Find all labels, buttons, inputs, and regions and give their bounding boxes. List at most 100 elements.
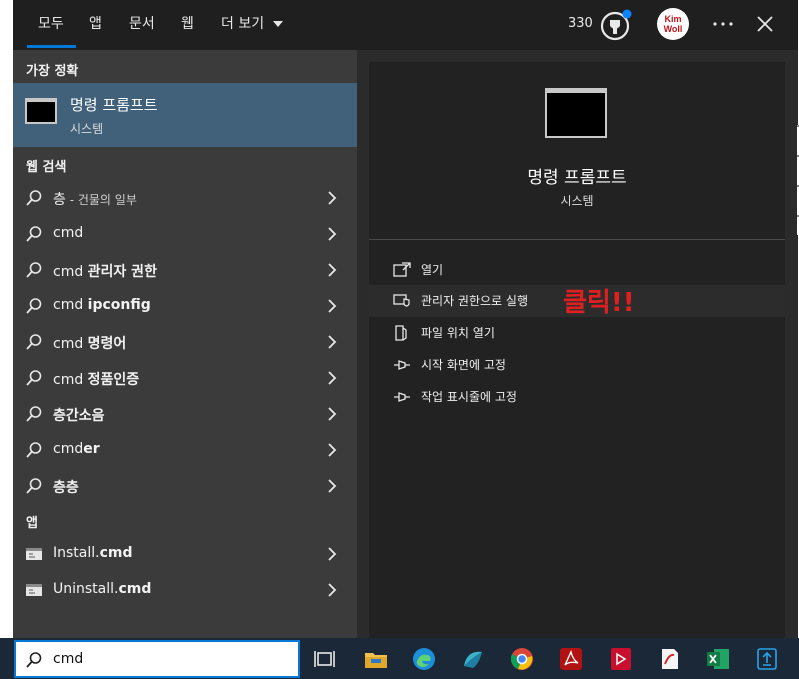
result-sub: - 건물의 일부 bbox=[65, 193, 137, 207]
tab-more[interactable]: 더 보기 bbox=[221, 14, 284, 36]
chevron-right-icon[interactable] bbox=[325, 226, 339, 242]
avatar[interactable]: Kim Woll bbox=[657, 8, 689, 40]
app-icon[interactable] bbox=[461, 646, 485, 672]
search-input[interactable]: cmd bbox=[14, 640, 300, 678]
result-bold: cmd bbox=[99, 545, 133, 561]
list-item[interactable]: cmd 명령어 bbox=[13, 324, 357, 360]
result-bold: 명령어 bbox=[87, 336, 127, 352]
list-item[interactable]: 층층 bbox=[13, 468, 357, 504]
result-main: cmd bbox=[53, 372, 88, 388]
avatar-text: Kim Woll bbox=[663, 14, 683, 34]
divider bbox=[369, 239, 785, 240]
list-item[interactable]: 층간소음 bbox=[13, 396, 357, 432]
chevron-right-icon[interactable] bbox=[325, 370, 339, 386]
best-match-title: 명령 프롬프트 bbox=[70, 96, 158, 114]
action-label: 시작 화면에 고정 bbox=[421, 358, 506, 372]
list-item[interactable]: 층 - 건물의 일부 bbox=[13, 180, 357, 216]
result-bold: 층간소음 bbox=[53, 408, 105, 424]
search-input-value: cmd bbox=[53, 651, 84, 667]
result-main: cmd bbox=[53, 441, 84, 457]
chevron-right-icon[interactable] bbox=[325, 442, 339, 458]
chrome-icon[interactable] bbox=[510, 646, 534, 672]
result-main: Install. bbox=[53, 545, 100, 561]
list-item[interactable]: cmder bbox=[13, 432, 357, 468]
chevron-right-icon[interactable] bbox=[325, 546, 339, 562]
search-icon bbox=[26, 406, 42, 422]
result-bold: er bbox=[83, 441, 100, 457]
document-viewer-icon[interactable] bbox=[658, 646, 682, 672]
search-icon bbox=[26, 298, 42, 314]
section-best-match: 가장 정확 bbox=[26, 64, 79, 79]
open-icon bbox=[393, 262, 411, 277]
pin-icon bbox=[394, 360, 410, 370]
script-file-icon bbox=[26, 548, 42, 560]
chevron-right-icon[interactable] bbox=[325, 334, 339, 350]
tab-more-label: 더 보기 bbox=[221, 16, 265, 32]
search-icon bbox=[26, 262, 42, 278]
action-label: 작업 표시줄에 고정 bbox=[421, 390, 517, 404]
tab-all[interactable]: 모두 bbox=[38, 14, 64, 36]
search-icon bbox=[26, 442, 42, 458]
action-label: 열기 bbox=[421, 263, 444, 277]
result-main: 층 bbox=[53, 192, 66, 208]
result-main: cmd bbox=[53, 336, 88, 352]
file-location-icon bbox=[395, 325, 407, 341]
detail-app-icon bbox=[545, 88, 607, 138]
best-match-item[interactable]: 명령 프롬프트 시스템 bbox=[13, 83, 357, 147]
section-web-search: 웹 검색 bbox=[26, 160, 67, 175]
tab-documents[interactable]: 문서 bbox=[129, 14, 155, 36]
list-item[interactable]: Uninstall.cmd bbox=[13, 572, 357, 608]
close-icon[interactable] bbox=[756, 15, 774, 33]
pdf-reader-icon[interactable] bbox=[609, 646, 633, 672]
file-explorer-icon[interactable] bbox=[364, 646, 388, 672]
chevron-right-icon[interactable] bbox=[325, 406, 339, 422]
more-options-icon[interactable] bbox=[712, 18, 734, 30]
app-icon[interactable] bbox=[755, 646, 779, 672]
list-item[interactable]: Install.cmd bbox=[13, 536, 357, 572]
chevron-right-icon[interactable] bbox=[325, 262, 339, 278]
list-item[interactable]: cmd 정품인증 bbox=[13, 360, 357, 396]
list-item[interactable]: cmd 관리자 권한 bbox=[13, 252, 357, 288]
tab-all-indicator bbox=[27, 45, 76, 48]
detail-title: 명령 프롬프트 bbox=[527, 168, 627, 188]
search-icon bbox=[26, 652, 42, 668]
excel-icon[interactable] bbox=[706, 646, 730, 672]
result-main: Uninstall. bbox=[53, 581, 119, 597]
action-open-file-location[interactable]: 파일 위치 열기 bbox=[369, 317, 785, 349]
tab-apps[interactable]: 앱 bbox=[89, 14, 102, 36]
search-icon bbox=[26, 334, 42, 350]
list-item[interactable]: cmd bbox=[13, 216, 357, 252]
tab-web[interactable]: 웹 bbox=[181, 14, 194, 36]
search-icon bbox=[26, 478, 42, 494]
chevron-right-icon[interactable] bbox=[325, 478, 339, 494]
chevron-right-icon[interactable] bbox=[325, 190, 339, 206]
result-bold: cmd bbox=[118, 581, 152, 597]
points-count: 330 bbox=[568, 16, 593, 31]
result-bold: 정품인증 bbox=[87, 372, 140, 388]
caret-down-icon bbox=[272, 21, 283, 27]
rewards-icon[interactable] bbox=[599, 8, 633, 42]
section-apps: 앱 bbox=[26, 516, 38, 531]
search-icon bbox=[26, 226, 42, 242]
detail-subtitle: 시스템 bbox=[560, 194, 594, 208]
result-main: cmd bbox=[53, 225, 84, 241]
edge-icon[interactable] bbox=[412, 646, 436, 672]
action-pin-taskbar[interactable]: 작업 표시줄에 고정 bbox=[369, 381, 785, 413]
result-bold: ipconfig bbox=[87, 297, 151, 313]
annotation-click: 클릭!! bbox=[563, 288, 635, 318]
result-bold: 층층 bbox=[53, 480, 79, 496]
result-bold: 관리자 권한 bbox=[87, 264, 157, 280]
acrobat-icon[interactable] bbox=[559, 646, 583, 672]
chevron-right-icon[interactable] bbox=[325, 582, 339, 598]
action-pin-start[interactable]: 시작 화면에 고정 bbox=[369, 349, 785, 381]
search-icon bbox=[26, 190, 42, 206]
search-icon bbox=[26, 370, 42, 386]
list-item[interactable]: cmd ipconfig bbox=[13, 288, 357, 324]
task-view-icon[interactable] bbox=[313, 646, 337, 672]
action-label: 파일 위치 열기 bbox=[421, 326, 495, 340]
action-label: 관리자 권한으로 실행 bbox=[421, 294, 528, 308]
result-main: cmd bbox=[53, 264, 88, 280]
pin-icon bbox=[394, 392, 410, 402]
chevron-right-icon[interactable] bbox=[325, 298, 339, 314]
script-file-icon bbox=[26, 584, 42, 596]
